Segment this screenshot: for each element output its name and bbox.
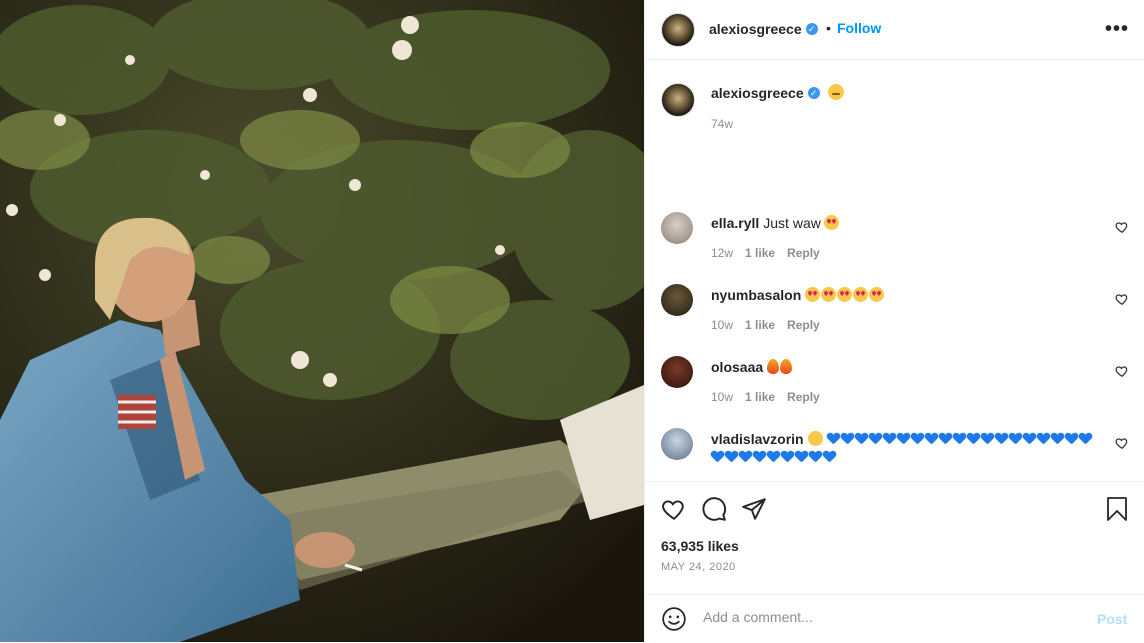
blue-heart-emoji <box>809 451 822 463</box>
verified-badge-icon: ✓ <box>807 87 820 100</box>
blue-heart-emoji <box>953 433 966 445</box>
blue-heart-emoji <box>767 451 780 463</box>
commenter-username[interactable]: nyumbasalon <box>711 287 801 303</box>
caption-avatar[interactable] <box>661 83 695 117</box>
comment-age: 10w <box>711 318 734 332</box>
blue-heart-emoji <box>781 451 794 463</box>
author-username[interactable]: alexiosgreece ✓ <box>709 21 818 37</box>
blue-heart-emoji <box>1009 433 1022 445</box>
comment-row: nyumbasalon 10w 1 like Reply <box>645 284 1144 354</box>
post-header: alexiosgreece ✓ • Follow ••• <box>645 0 1144 60</box>
heart-eyes-emoji <box>869 286 885 302</box>
comment-like-heart-icon[interactable] <box>1115 364 1129 378</box>
blue-heart-emoji <box>1023 433 1036 445</box>
blue-heart-emoji <box>869 433 882 445</box>
post-side-panel: alexiosgreece ✓ • Follow ••• alexiosgreec… <box>644 0 1144 642</box>
add-comment-bar: Post <box>645 594 1144 643</box>
blue-heart-emoji <box>1079 433 1092 445</box>
comment-meta: 10w 1 like Reply <box>711 318 832 332</box>
comment-age: 10w <box>711 390 734 404</box>
fire-emoji <box>780 358 793 374</box>
commenter-username[interactable]: ella.ryll <box>711 215 759 231</box>
blue-heart-emoji <box>841 433 854 445</box>
caption-age: 74w <box>711 117 734 131</box>
heart-eyes-emoji <box>805 286 821 302</box>
like-heart-icon[interactable] <box>661 496 687 522</box>
post-comment-button[interactable]: Post <box>1097 611 1127 627</box>
smiling-face-emoji <box>827 84 844 101</box>
blue-heart-emoji <box>823 451 836 463</box>
heart-eyes-emoji <box>821 286 837 302</box>
blue-heart-emoji <box>981 433 994 445</box>
commenter-avatar[interactable] <box>661 284 693 316</box>
comment-text: vladislavzorin <box>711 430 1101 466</box>
wink-emoji <box>807 430 823 446</box>
comment-like-heart-icon[interactable] <box>1115 292 1129 306</box>
blue-heart-emoji <box>967 433 980 445</box>
fire-emoji <box>767 358 780 374</box>
post-photo[interactable] <box>0 0 644 642</box>
likes-count[interactable]: 63,935 likes <box>661 538 739 554</box>
comment-meta: 10w 1 like Reply <box>711 390 832 404</box>
comment-likes[interactable]: 1 like <box>745 246 775 260</box>
comment-row: ella.ryll Just waw 12w 1 like Reply <box>645 212 1144 282</box>
blue-heart-emoji <box>995 433 1008 445</box>
comment-text: ella.ryll Just waw <box>711 214 1101 232</box>
blue-heart-emoji <box>711 451 724 463</box>
add-comment-input[interactable] <box>701 608 1085 626</box>
instagram-post: alexiosgreece ✓ • Follow ••• alexiosgreec… <box>0 0 1144 642</box>
post-photo-image <box>0 0 644 642</box>
blue-heart-emoji <box>883 433 896 445</box>
blue-heart-emoji <box>795 451 808 463</box>
comment-body: Just waw <box>763 215 821 231</box>
heart-eyes-emoji <box>853 286 869 302</box>
post-date[interactable]: MAY 24, 2020 <box>661 561 736 573</box>
commenter-username[interactable]: vladislavzorin <box>711 431 804 447</box>
blue-heart-emoji <box>897 433 910 445</box>
comment-likes[interactable]: 1 like <box>745 318 775 332</box>
follow-button[interactable]: Follow <box>837 20 881 36</box>
comment-bubble-icon[interactable] <box>701 496 727 522</box>
heart-eyes-emoji <box>837 286 853 302</box>
reply-button[interactable]: Reply <box>787 318 820 332</box>
verified-badge-icon: ✓ <box>805 23 818 36</box>
comment-text: nyumbasalon <box>711 286 1101 304</box>
comment-like-heart-icon[interactable] <box>1115 220 1129 234</box>
blue-heart-emoji <box>925 433 938 445</box>
comment-likes[interactable]: 1 like <box>745 390 775 404</box>
caption-username[interactable]: alexiosgreece <box>711 85 804 101</box>
commenter-avatar[interactable] <box>661 212 693 244</box>
blue-heart-emoji <box>1065 433 1078 445</box>
comment-text: olosaaa <box>711 358 1101 376</box>
reply-button[interactable]: Reply <box>787 390 820 404</box>
more-options-icon[interactable]: ••• <box>1105 18 1129 41</box>
emoji-picker-icon[interactable] <box>661 606 687 632</box>
blue-heart-emoji <box>739 451 752 463</box>
blue-heart-emoji <box>911 433 924 445</box>
blue-heart-emoji <box>753 451 766 463</box>
comment-row: olosaaa 10w 1 like Reply <box>645 356 1144 426</box>
comment-meta: 12w 1 like Reply <box>711 246 832 260</box>
commenter-username[interactable]: olosaaa <box>711 359 763 375</box>
blue-heart-emoji <box>1051 433 1064 445</box>
bookmark-icon[interactable] <box>1105 496 1129 522</box>
share-paper-plane-icon[interactable] <box>741 496 767 522</box>
caption: alexiosgreece ✓ <box>711 84 844 102</box>
reply-button[interactable]: Reply <box>787 246 820 260</box>
blue-heart-emoji <box>725 451 738 463</box>
commenter-avatar[interactable] <box>661 356 693 388</box>
post-actions: 63,935 likes MAY 24, 2020 <box>645 481 1144 582</box>
blue-heart-emoji <box>855 433 868 445</box>
author-avatar[interactable] <box>661 13 695 47</box>
blue-heart-emoji <box>1037 433 1050 445</box>
heart-eyes-emoji <box>823 214 839 230</box>
separator-dot: • <box>826 20 831 36</box>
blue-heart-emoji <box>827 433 840 445</box>
commenter-avatar[interactable] <box>661 428 693 460</box>
blue-heart-emoji <box>939 433 952 445</box>
comment-age: 12w <box>711 246 734 260</box>
comment-like-heart-icon[interactable] <box>1115 436 1129 450</box>
